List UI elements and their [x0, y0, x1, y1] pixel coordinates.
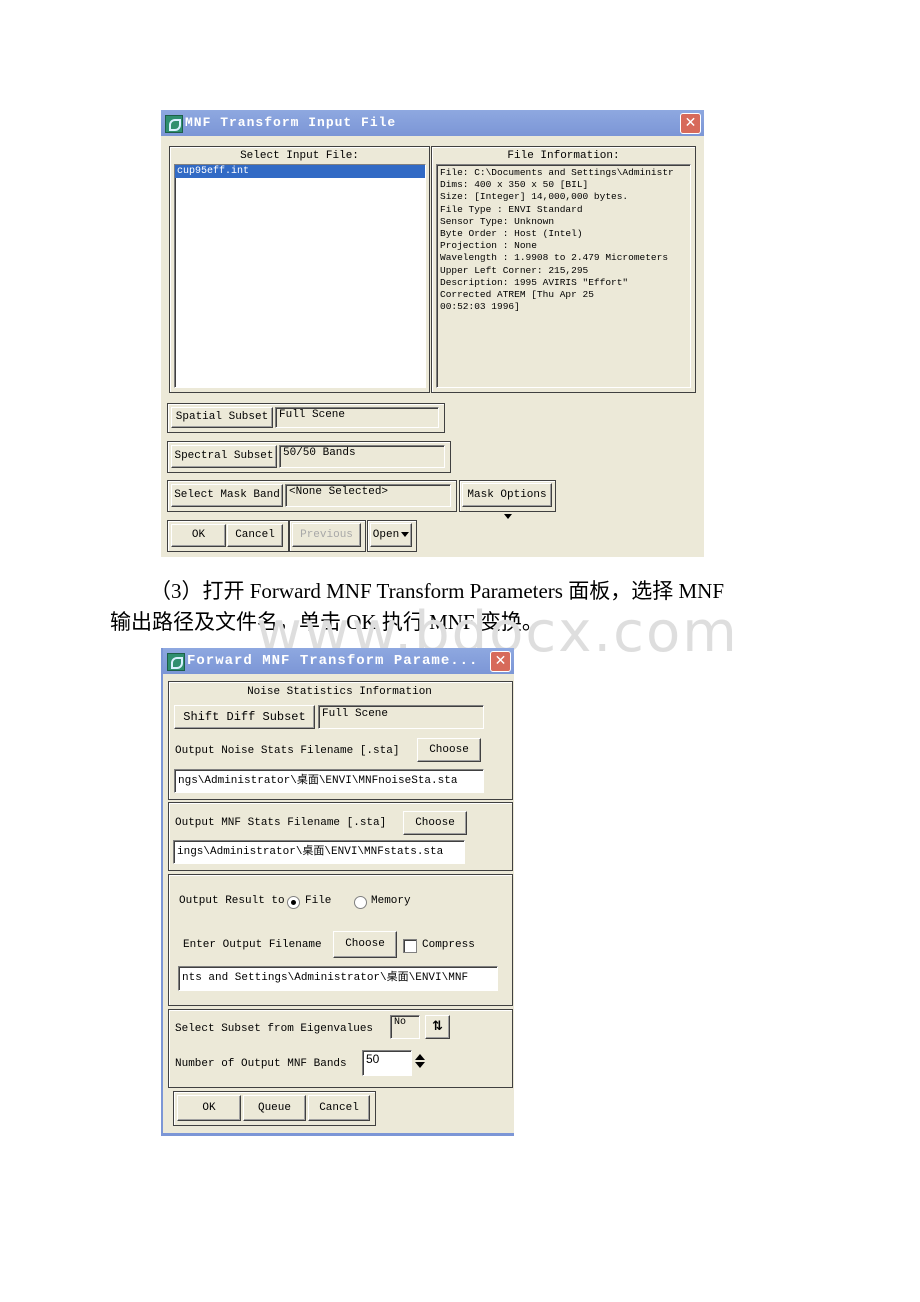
bands-spinner[interactable] — [414, 1054, 426, 1070]
radio-file-label[interactable]: File — [305, 895, 331, 907]
info-line: Dims: 400 x 350 x 50 [BIL] — [440, 179, 589, 191]
info-line: Size: [Integer] 14,000,000 bytes. — [440, 191, 629, 203]
output-bands-input[interactable]: 50 — [362, 1050, 412, 1076]
info-line: Projection : None — [440, 240, 537, 252]
cancel-button[interactable]: Cancel — [227, 524, 283, 547]
noise-stats-path-input[interactable]: ngs\Administrator\桌面\ENVI\MNFnoiseSta.st… — [174, 769, 484, 793]
cancel-button[interactable]: Cancel — [308, 1095, 370, 1121]
list-item[interactable]: cup95eff.int — [175, 165, 425, 178]
output-filename-choose-button[interactable]: Choose — [333, 931, 397, 958]
output-bands-label: Number of Output MNF Bands — [175, 1058, 347, 1070]
noise-stats-filename-label: Output Noise Stats Filename [.sta] — [175, 745, 400, 757]
info-line: 00:52:03 1996] — [440, 301, 520, 313]
spatial-subset-button[interactable]: Spatial Subset — [171, 407, 273, 428]
radio-file[interactable] — [287, 896, 300, 909]
radio-memory[interactable] — [354, 896, 367, 909]
file-information-panel: File Information: File: C:\Documents and… — [431, 146, 696, 393]
output-path-input[interactable]: nts and Settings\Administrator\桌面\ENVI\M… — [178, 966, 498, 991]
queue-button[interactable]: Queue — [243, 1095, 306, 1121]
swap-arrows-icon: ⇅ — [432, 1019, 443, 1034]
info-line: Sensor Type: Unknown — [440, 215, 555, 227]
file-information-text: File: C:\Documents and Settings\Administ… — [436, 164, 691, 388]
mnf-stats-filename-label: Output MNF Stats Filename [.sta] — [175, 817, 387, 829]
spatial-subset-value: Full Scene — [275, 407, 439, 428]
shift-diff-subset-value: Full Scene — [318, 705, 484, 729]
info-line: Description: 1995 AVIRIS "Effort" — [440, 276, 629, 288]
eigenvalues-label: Select Subset from Eigenvalues — [175, 1023, 374, 1035]
spectral-subset-button[interactable]: Spectral Subset — [171, 445, 277, 468]
dropdown-arrow-icon — [401, 531, 410, 537]
mask-options-button[interactable]: Mask Options — [462, 483, 552, 519]
select-mask-band-button[interactable]: Select Mask Band — [171, 484, 283, 507]
info-line: Wavelength : 1.9908 to 2.479 Micrometers — [440, 252, 669, 264]
noise-stats-choose-button[interactable]: Choose — [417, 738, 481, 762]
dialog-title: MNF Transform Input File — [185, 115, 397, 130]
forward-mnf-parameters-dialog: Forward MNF Transform Parame... ✕ Noise … — [161, 648, 514, 1136]
spin-down-icon[interactable] — [415, 1062, 425, 1068]
close-button[interactable]: ✕ — [490, 651, 511, 672]
file-information-label: File Information: — [507, 150, 620, 162]
noise-section-label: Noise Statistics Information — [247, 686, 432, 698]
mask-options-label: Mask Options — [467, 489, 547, 501]
compress-checkbox[interactable] — [403, 939, 417, 953]
dropdown-arrow-icon — [504, 513, 512, 519]
dialog-title: Forward MNF Transform Parame... — [187, 653, 479, 669]
mnf-input-file-dialog: MNF Transform Input File ✕ Select Input … — [161, 110, 704, 557]
spin-up-icon[interactable] — [415, 1054, 425, 1060]
info-line: File Type : ENVI Standard — [440, 203, 583, 215]
close-button[interactable]: ✕ — [680, 113, 701, 134]
ok-button[interactable]: OK — [171, 524, 226, 547]
select-input-panel: Select Input File: cup95eff.int — [169, 146, 430, 393]
envi-app-icon — [165, 115, 183, 133]
open-button[interactable]: Open — [370, 523, 412, 547]
info-line: Corrected ATREM [Thu Apr 25 — [440, 289, 594, 301]
mnf-stats-path-input[interactable]: ings\Administrator\桌面\ENVI\MNFstats.sta — [173, 840, 465, 864]
output-filename-label: Enter Output Filename — [183, 939, 322, 951]
compress-label[interactable]: Compress — [422, 939, 475, 951]
input-file-list[interactable]: cup95eff.int — [174, 164, 426, 388]
title-bar: MNF Transform Input File ✕ — [161, 110, 704, 136]
shift-diff-subset-button[interactable]: Shift Diff Subset — [174, 705, 315, 729]
envi-app-icon — [167, 653, 185, 671]
radio-memory-label[interactable]: Memory — [371, 895, 411, 907]
ok-button[interactable]: OK — [177, 1095, 241, 1121]
title-bar: Forward MNF Transform Parame... ✕ — [163, 648, 514, 674]
spectral-subset-value: 50/50 Bands — [279, 445, 445, 468]
toggle-eigenvalues-button[interactable]: ⇅ — [425, 1015, 450, 1039]
eigenvalues-value: No — [390, 1015, 420, 1039]
mask-band-value: <None Selected> — [285, 484, 451, 507]
info-line: File: C:\Documents and Settings\Administ… — [440, 167, 674, 178]
open-label: Open — [372, 529, 400, 541]
subset-bands-section — [168, 1009, 513, 1088]
previous-button[interactable]: Previous — [292, 523, 361, 547]
select-input-label: Select Input File: — [240, 150, 359, 162]
info-line: Byte Order : Host (Intel) — [440, 228, 583, 240]
output-result-label: Output Result to — [179, 895, 285, 907]
info-line: Upper Left Corner: 215,295 — [440, 264, 589, 276]
mnf-stats-choose-button[interactable]: Choose — [403, 811, 467, 835]
